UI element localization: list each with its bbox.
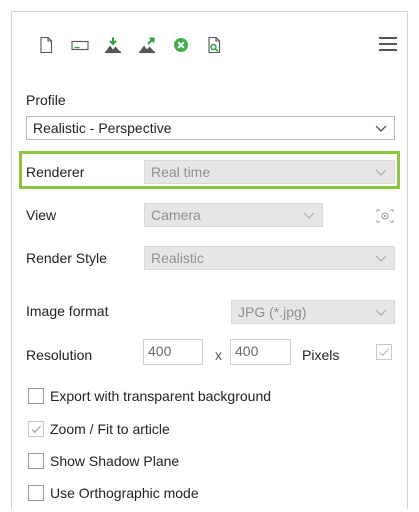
chevron-down-icon (375, 308, 387, 317)
transparent-background-checkbox[interactable] (28, 388, 44, 404)
lock-aspect-checkbox[interactable] (376, 344, 392, 360)
shadow-plane-checkbox[interactable] (28, 453, 44, 469)
rename-icon[interactable] (70, 35, 90, 55)
resolution-width-input[interactable]: 400 (143, 339, 203, 365)
zoom-fit-checkbox[interactable] (28, 421, 44, 437)
resolution-label: Resolution (26, 347, 93, 363)
view-label: View (26, 207, 57, 223)
toolbar (12, 12, 407, 68)
resolution-unit: Pixels (302, 347, 340, 363)
new-document-icon[interactable] (36, 35, 56, 55)
shadow-plane-label: Show Shadow Plane (50, 453, 180, 469)
profile-select-value: Realistic - Perspective (33, 120, 172, 136)
render-settings-panel: Profile Realistic - Perspective Renderer… (11, 11, 408, 509)
image-format-select-value: JPG (*.jpg) (238, 304, 307, 320)
chevron-down-icon (375, 168, 387, 177)
preview-icon[interactable] (204, 35, 224, 55)
hamburger-menu-icon[interactable] (379, 37, 397, 53)
delete-icon[interactable] (171, 35, 191, 55)
zoom-fit-label: Zoom / Fit to article (50, 421, 170, 437)
view-select[interactable]: Camera (144, 203, 323, 227)
chevron-down-icon (375, 124, 387, 133)
renderer-select-value: Real time (151, 164, 211, 180)
export-icon[interactable] (137, 35, 157, 55)
profile-select[interactable]: Realistic - Perspective (26, 116, 395, 140)
render-style-select[interactable]: Realistic (144, 246, 395, 270)
import-icon[interactable] (103, 35, 123, 55)
view-select-value: Camera (151, 207, 201, 223)
image-format-select[interactable]: JPG (*.jpg) (231, 300, 395, 324)
renderer-label: Renderer (26, 164, 85, 180)
transparent-background-label: Export with transparent background (50, 388, 272, 404)
orthographic-checkbox[interactable] (28, 485, 44, 501)
image-format-label: Image format (26, 303, 109, 319)
render-style-select-value: Realistic (151, 250, 204, 266)
profile-label: Profile (26, 92, 66, 108)
render-style-label: Render Style (26, 250, 107, 266)
resolution-separator: x (215, 347, 222, 363)
renderer-select[interactable]: Real time (144, 160, 395, 184)
camera-icon[interactable] (375, 208, 395, 224)
chevron-down-icon (375, 254, 387, 263)
resolution-height-input[interactable]: 400 (230, 339, 291, 365)
chevron-down-icon (303, 211, 315, 220)
orthographic-label: Use Orthographic mode (50, 485, 199, 501)
